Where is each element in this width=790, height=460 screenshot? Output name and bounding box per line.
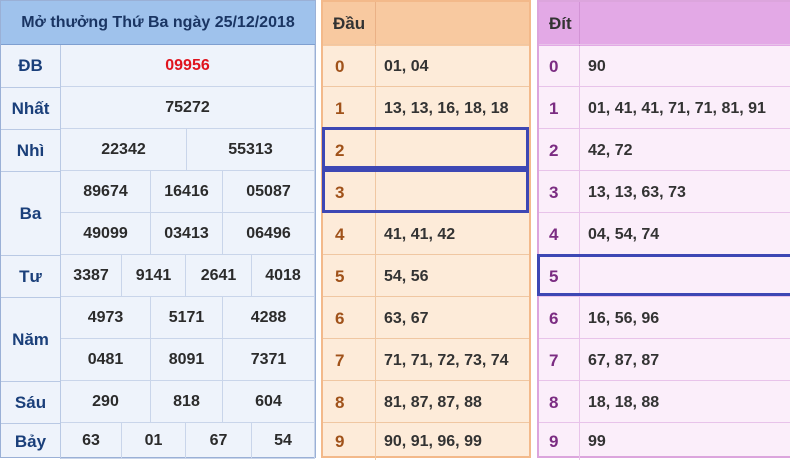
results-table: Mở thưởng Thứ Ba ngày 25/12/2018 ĐB 0995… bbox=[0, 0, 316, 459]
dau-values-6: 63, 67 bbox=[384, 310, 429, 327]
prize-value-sau-2: 818 bbox=[151, 381, 223, 423]
dit-values-3: 13, 13, 63, 73 bbox=[588, 184, 686, 201]
prize-value-bay-4: 54 bbox=[252, 423, 315, 459]
prize-value-nam-5: 8091 bbox=[151, 339, 223, 381]
prize-value-ba-1: 89674 bbox=[61, 171, 151, 213]
dau-num-6: 6 bbox=[323, 298, 376, 340]
prize-label-nhi: Nhì bbox=[1, 129, 61, 171]
dau-values-0: 01, 04 bbox=[384, 58, 429, 75]
prize-value-bay-3: 67 bbox=[186, 423, 252, 459]
prize-value-nhat: 75272 bbox=[61, 87, 315, 129]
dau-values-8: 81, 87, 87, 88 bbox=[384, 394, 482, 411]
dit-values-1: 01, 41, 41, 71, 71, 81, 91 bbox=[588, 100, 766, 117]
prize-value-sau-1: 290 bbox=[61, 381, 151, 423]
dit-num-0: 0 bbox=[539, 46, 580, 88]
dit-num-3: 3 bbox=[539, 172, 580, 214]
prize-value-nam-4: 0481 bbox=[61, 339, 151, 381]
dau-values-3 bbox=[376, 172, 529, 214]
prize-value-ba-2: 16416 bbox=[151, 171, 223, 213]
dau-num-1: 1 bbox=[323, 88, 376, 130]
prize-value-nam-6: 7371 bbox=[223, 339, 315, 381]
prize-value-nhi-1: 22342 bbox=[61, 129, 187, 171]
dau-values-2 bbox=[376, 130, 529, 172]
dit-num-1: 1 bbox=[539, 88, 580, 130]
dit-header-values bbox=[580, 2, 790, 46]
prize-value-db: 09956 bbox=[61, 45, 315, 87]
dau-values-1: 13, 13, 16, 18, 18 bbox=[384, 100, 509, 117]
results-title: Mở thưởng Thứ Ba ngày 25/12/2018 bbox=[1, 1, 315, 45]
dau-num-9: 9 bbox=[323, 424, 376, 460]
dau-header-values bbox=[376, 2, 529, 46]
dit-values-0: 90 bbox=[588, 58, 606, 75]
dau-values-5: 54, 56 bbox=[384, 268, 429, 285]
prize-label-nhat: Nhất bbox=[1, 87, 61, 129]
dau-num-5: 5 bbox=[323, 256, 376, 298]
prize-value-ba-4: 49099 bbox=[61, 213, 151, 255]
prize-value-nam-3: 4288 bbox=[223, 297, 315, 339]
prize-value-bay-1: 63 bbox=[61, 423, 122, 459]
prize-label-bay: Bảy bbox=[1, 423, 61, 459]
dau-num-4: 4 bbox=[323, 214, 376, 256]
dit-num-7: 7 bbox=[539, 340, 580, 382]
prize-label-db: ĐB bbox=[1, 45, 61, 87]
prize-label-sau: Sáu bbox=[1, 381, 61, 423]
prize-value-ba-3: 05087 bbox=[223, 171, 315, 213]
prize-label-nam: Năm bbox=[1, 297, 61, 381]
dau-num-3: 3 bbox=[323, 172, 376, 214]
dit-num-9: 9 bbox=[539, 424, 580, 460]
dau-num-2: 2 bbox=[323, 130, 376, 172]
dit-values-9: 99 bbox=[588, 433, 606, 450]
prize-value-bay-2: 01 bbox=[122, 423, 186, 459]
dit-values-4: 04, 54, 74 bbox=[588, 226, 660, 243]
prize-label-tu: Tư bbox=[1, 255, 61, 297]
dau-values-4: 41, 41, 42 bbox=[384, 226, 456, 243]
dit-table: Đít 0 90 1 01, 41, 41, 71, 71, 81, 91 2 … bbox=[537, 0, 790, 460]
dit-values-7: 67, 87, 87 bbox=[588, 352, 660, 369]
prize-value-ba-5: 03413 bbox=[151, 213, 223, 255]
prize-value-nhi-2: 55313 bbox=[187, 129, 315, 171]
dit-num-8: 8 bbox=[539, 382, 580, 424]
dau-header: Đầu bbox=[323, 2, 376, 46]
dau-values-9: 90, 91, 96, 99 bbox=[384, 433, 482, 450]
prize-value-tu-4: 4018 bbox=[252, 255, 315, 297]
dau-table: Đầu 0 01, 04 1 13, 13, 16, 18, 18 2 3 4 … bbox=[321, 0, 531, 460]
dit-num-2: 2 bbox=[539, 130, 580, 172]
prize-value-ba-6: 06496 bbox=[223, 213, 315, 255]
dit-num-6: 6 bbox=[539, 298, 580, 340]
dau-num-8: 8 bbox=[323, 382, 376, 424]
dau-num-0: 0 bbox=[323, 46, 376, 88]
dit-num-5: 5 bbox=[539, 256, 580, 298]
prize-value-tu-1: 3387 bbox=[61, 255, 122, 297]
dit-values-8: 18, 18, 88 bbox=[588, 394, 660, 411]
dit-header: Đít bbox=[539, 2, 580, 46]
prize-value-sau-3: 604 bbox=[223, 381, 315, 423]
prize-value-nam-2: 5171 bbox=[151, 297, 223, 339]
prize-label-ba: Ba bbox=[1, 171, 61, 255]
prize-value-tu-2: 9141 bbox=[122, 255, 186, 297]
dit-values-6: 16, 56, 96 bbox=[588, 310, 660, 327]
dit-num-4: 4 bbox=[539, 214, 580, 256]
prize-value-tu-3: 2641 bbox=[186, 255, 252, 297]
prize-value-nam-1: 4973 bbox=[61, 297, 151, 339]
dau-num-7: 7 bbox=[323, 340, 376, 382]
dau-values-7: 71, 71, 72, 73, 74 bbox=[384, 352, 509, 369]
dit-values-2: 42, 72 bbox=[588, 142, 633, 159]
dit-values-5 bbox=[580, 256, 790, 298]
